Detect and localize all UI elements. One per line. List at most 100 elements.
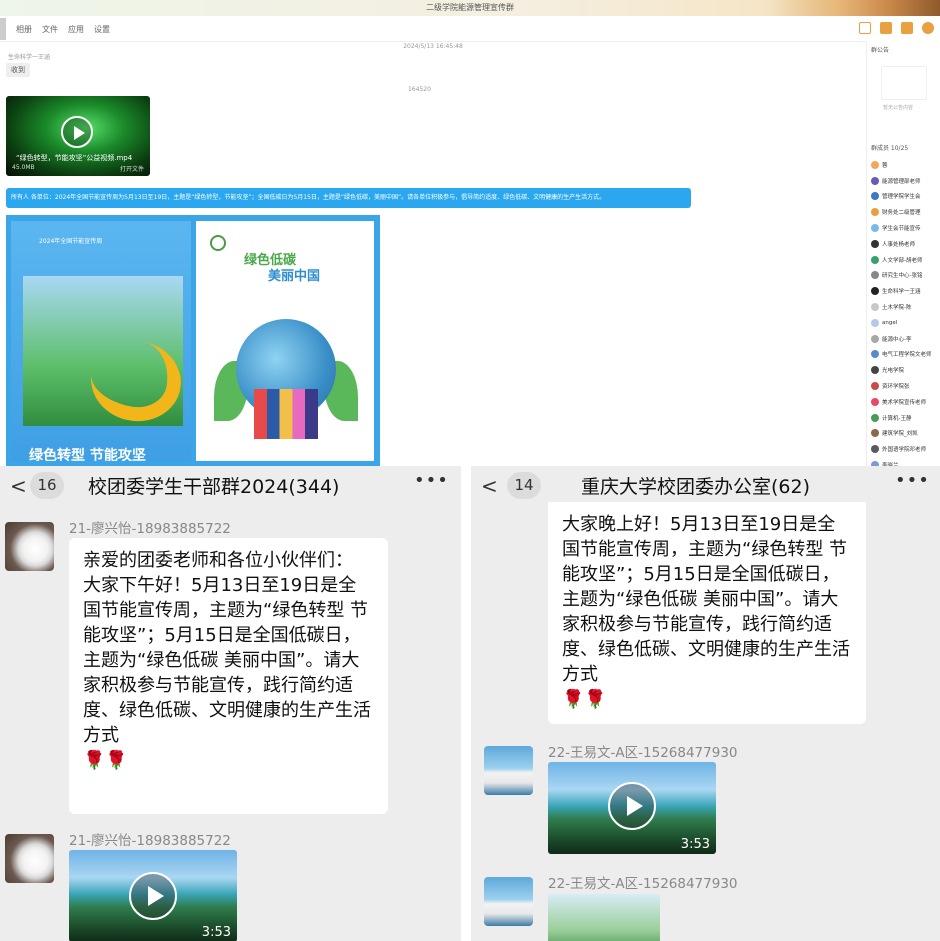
add-icon[interactable]: [922, 22, 934, 34]
right-mobile-chat: < 14 重庆大学校团委办公室(62) ••• 大家晚上好！5月13日至19日是…: [471, 466, 940, 941]
member-item[interactable]: 电气工程学院文老师: [871, 347, 940, 363]
tab-apps[interactable]: 应用: [68, 24, 84, 35]
member-avatar-icon: [871, 239, 879, 248]
document-icon[interactable]: [901, 22, 913, 34]
member-avatar-icon: [871, 350, 879, 359]
message-bubble: 收到: [6, 63, 30, 77]
member-item[interactable]: 光电学院: [871, 362, 940, 378]
video-call-icon[interactable]: [880, 22, 892, 34]
member-item[interactable]: 外国语学院邓老师: [871, 441, 940, 457]
image-message[interactable]: 2024年全国节能宣传周 绿色转型 节能攻坚 绿色低碳 美丽中国: [6, 215, 380, 466]
announcement-message: 所有人 各单位：2024年全国节能宣传周为5月13日至19日，主题是“绿色转型，…: [6, 188, 691, 208]
member-avatar-icon: [871, 366, 879, 375]
member-avatar-icon: [871, 208, 879, 217]
member-item[interactable]: 能源管理部老师: [871, 173, 940, 189]
logo-icon: [210, 235, 226, 251]
member-name: 能源管理部老师: [882, 178, 921, 185]
window-titlebar: 二级学院能源管理宣传群: [0, 0, 940, 16]
member-name: 人文学部-胡老师: [882, 257, 923, 264]
member-avatar-icon: [871, 429, 879, 438]
video-file-card[interactable]: “绿色转型，节能攻坚”公益视频.mp4 45.0MB 打开文件: [6, 96, 150, 176]
chat-title: 校团委学生干部群2024(344): [88, 476, 340, 498]
member-item[interactable]: 学生会节能宣传: [871, 220, 940, 236]
member-avatar-icon: [871, 255, 879, 264]
member-name: 计算机-王静: [882, 415, 912, 422]
member-item[interactable]: 计算机-王静: [871, 410, 940, 426]
more-icon[interactable]: •••: [895, 470, 930, 491]
member-item[interactable]: angel: [871, 315, 940, 331]
low-carbon-poster: 绿色低碳 美丽中国: [196, 221, 374, 461]
avatar[interactable]: [5, 522, 54, 571]
member-name: 管理学院学生会: [882, 194, 921, 201]
tab-album[interactable]: 相册: [16, 24, 32, 35]
play-icon[interactable]: [129, 872, 177, 920]
member-avatar-icon: [871, 287, 879, 296]
sender-name: 21-廖兴怡-18983885722: [69, 521, 231, 537]
member-list: 蓉能源管理部老师 管理学院学生会 财务处二级管理 学生会节能宣传人事处杨老师人文学部-…: [871, 157, 940, 466]
member-name: angel: [882, 319, 898, 326]
member-item[interactable]: 财务处二级管理: [871, 204, 940, 220]
member-name: 资环学院张: [882, 384, 910, 391]
back-icon[interactable]: <: [10, 474, 27, 498]
member-item[interactable]: 资环学院张: [871, 378, 940, 394]
avatar[interactable]: [484, 746, 533, 795]
tab-files[interactable]: 文件: [42, 24, 58, 35]
video-message[interactable]: 3:53: [69, 850, 237, 941]
member-item[interactable]: 土木学院-陈: [871, 299, 940, 315]
member-avatar-icon: [871, 224, 879, 233]
titlebar-decoration: [770, 0, 940, 16]
member-item[interactable]: 李晓兰: [871, 457, 940, 466]
member-name: 电气工程学院文老师: [882, 352, 932, 359]
phone-icon[interactable]: [859, 22, 871, 34]
avatar[interactable]: [5, 834, 54, 883]
people-illustration: [254, 389, 318, 439]
more-icon[interactable]: •••: [414, 470, 449, 491]
unread-badge: 14: [507, 472, 541, 499]
tab-active-indicator: [0, 18, 6, 40]
sender-name: 生命科学一王涵: [8, 54, 51, 61]
video-duration: 3:53: [680, 837, 710, 852]
member-item[interactable]: 蓉: [871, 157, 940, 173]
message-timestamp: 2024/5/13 16:45:48: [403, 43, 463, 50]
member-name: 能源中心-李: [882, 336, 912, 343]
member-item[interactable]: 人文学部-胡老师: [871, 252, 940, 268]
avatar[interactable]: [484, 877, 533, 926]
member-item[interactable]: 能源中心-李: [871, 331, 940, 347]
video-message[interactable]: 3:53: [548, 762, 716, 854]
member-name: 财务处二级管理: [882, 210, 921, 217]
member-avatar-icon: [871, 318, 879, 327]
header-icons: [859, 22, 934, 34]
video-filename: “绿色转型，节能攻坚”公益视频.mp4: [16, 154, 133, 162]
image-message[interactable]: [548, 894, 660, 941]
sender-name: 22-王易文-A区-15268477930: [548, 745, 738, 761]
member-name: 美术学院宣传老师: [882, 399, 927, 406]
back-icon[interactable]: <: [481, 474, 498, 498]
announcement-header: 群公告: [871, 47, 890, 54]
chat-nav-bar: < 14 重庆大学校团委办公室(62) •••: [471, 466, 940, 506]
chat-nav-bar: < 16 校团委学生干部群2024(344) •••: [0, 466, 461, 506]
play-icon[interactable]: [608, 782, 656, 830]
member-avatar-icon: [871, 176, 879, 185]
member-item[interactable]: 生命科学一王涵: [871, 283, 940, 299]
open-file-link[interactable]: 打开文件: [120, 164, 144, 173]
member-item[interactable]: 美术学院宣传老师: [871, 394, 940, 410]
left-mobile-chat: < 16 校团委学生干部群2024(344) ••• 21-廖兴怡-189838…: [0, 466, 461, 941]
energy-week-poster: 2024年全国节能宣传周 绿色转型 节能攻坚: [11, 221, 191, 461]
member-count: 群成员 10/25: [871, 145, 909, 152]
header-divider: [0, 41, 866, 42]
member-name: 土木学院-陈: [882, 305, 912, 312]
member-avatar-icon: [871, 334, 879, 343]
member-item[interactable]: 建筑学院_刘凯: [871, 426, 940, 442]
tab-settings[interactable]: 设置: [94, 24, 110, 35]
message-bubble: 亲爱的团委老师和各位小伙伴们： 大家下午好！5月13日至19日是全国节能宣传周，…: [69, 538, 388, 814]
chat-title: 重庆大学校团委办公室(62): [581, 476, 811, 498]
member-item[interactable]: 人事处杨老师: [871, 236, 940, 252]
member-item[interactable]: 研究生中心-张铭: [871, 268, 940, 284]
panel-divider: [461, 466, 471, 941]
member-avatar-icon: [871, 445, 879, 454]
member-name: 学生会节能宣传: [882, 226, 921, 233]
member-avatar-icon: [871, 413, 879, 422]
member-item[interactable]: 管理学院学生会: [871, 189, 940, 205]
play-icon[interactable]: [61, 116, 93, 148]
center-note: 164520: [408, 86, 431, 93]
